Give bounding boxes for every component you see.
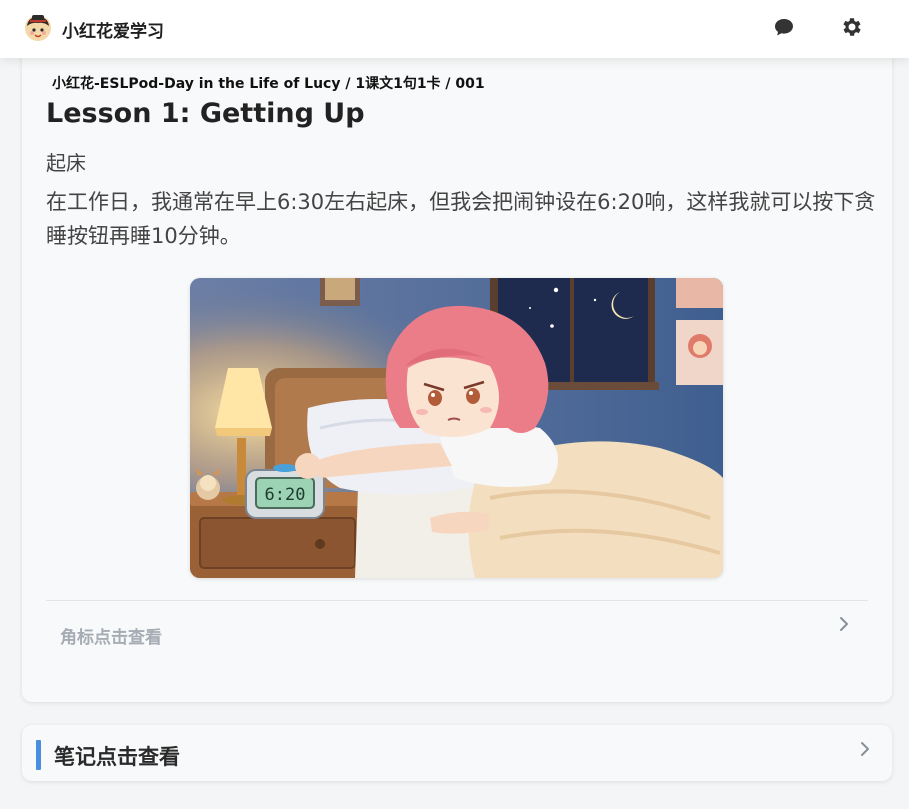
- notes-label: 笔记点击查看: [54, 745, 180, 769]
- accent-bar: [36, 740, 41, 770]
- breadcrumb[interactable]: 小红花-ESLPod-Day in the Life of Lucy / 1课文…: [52, 73, 485, 93]
- app-title: 小红花爱学习: [62, 22, 164, 42]
- lesson-subtitle: 起床: [46, 151, 86, 175]
- corner-badge-link[interactable]: 角标点击查看: [60, 623, 162, 648]
- divider: [46, 600, 868, 601]
- chat-button[interactable]: [771, 14, 797, 40]
- lesson-card: 小红花-ESLPod-Day in the Life of Lucy / 1课文…: [22, 50, 892, 702]
- top-bar: 小红花爱学习: [0, 0, 909, 58]
- gear-icon: [843, 18, 861, 36]
- lesson-title: Lesson 1: Getting Up: [46, 98, 365, 129]
- lesson-sentence: 在工作日，我通常在早上6:30左右起床，但我会把闹钟设在6:20响，这样我就可以…: [46, 190, 876, 248]
- chevron-right-icon[interactable]: [837, 615, 851, 633]
- mascot-avatar-icon: [25, 15, 51, 41]
- settings-button[interactable]: [839, 14, 865, 40]
- girl-pressing-alarm-clock-illustration: 6:20: [190, 278, 723, 578]
- chat-bubble-icon: [775, 19, 793, 36]
- notes-card[interactable]: 笔记点击查看: [22, 725, 892, 781]
- chevron-right-icon[interactable]: [858, 740, 872, 758]
- clock-display: 6:20: [265, 485, 306, 505]
- lesson-illustration[interactable]: 6:20: [190, 278, 723, 578]
